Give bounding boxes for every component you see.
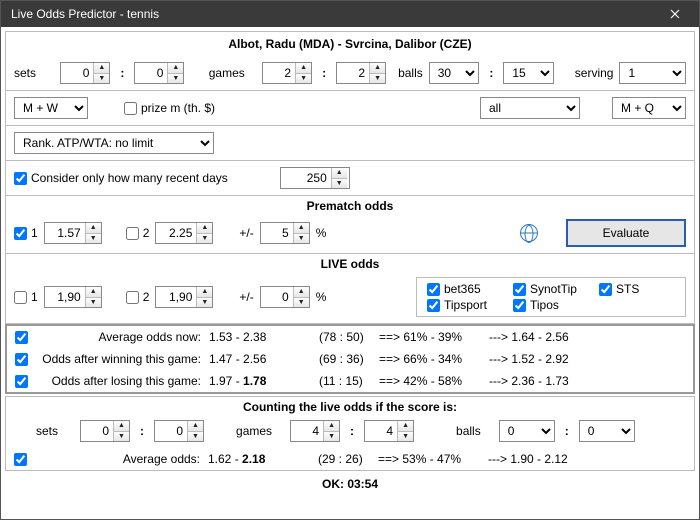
live-2-spinner[interactable]: ▲▼ bbox=[155, 286, 213, 308]
live-title: LIVE odds bbox=[6, 254, 694, 271]
round-select[interactable]: M + Q bbox=[612, 97, 686, 119]
out-row-win: Odds after winning this game: 1.47 - 2.5… bbox=[7, 348, 693, 370]
sets2-spinner[interactable]: ▲▼ bbox=[134, 62, 184, 84]
window-title: Live Odds Predictor - tennis bbox=[11, 7, 657, 21]
live-2-checkbox[interactable]: 2 bbox=[126, 290, 150, 304]
counting-title: Counting the live odds if the score is: bbox=[6, 397, 694, 414]
out-now-checkbox[interactable] bbox=[15, 331, 39, 344]
balls2-select[interactable]: 15 bbox=[503, 62, 554, 84]
prematch-pm-spinner[interactable]: ▲▼ bbox=[260, 222, 310, 244]
games-label: games bbox=[209, 66, 245, 80]
c-sets1-spinner[interactable]: ▲▼ bbox=[80, 420, 130, 442]
rank-select[interactable]: Rank. ATP/WTA: no limit bbox=[14, 132, 214, 154]
bookmaker-grid: bet365 SynotTip STS Tipsport Tipos bbox=[416, 277, 686, 317]
globe-icon[interactable] bbox=[520, 224, 538, 242]
out-lose-checkbox[interactable] bbox=[15, 375, 39, 388]
sets-label: sets bbox=[14, 66, 36, 80]
prize-checkbox[interactable]: prize m (th. $) bbox=[124, 101, 215, 115]
match-title: Albot, Radu (MDA) - Svrcina, Dalibor (CZ… bbox=[6, 32, 694, 56]
prematch-2-checkbox[interactable]: 2 bbox=[126, 226, 150, 240]
prematch-title: Prematch odds bbox=[6, 196, 694, 213]
bmk-synottip[interactable]: SynotTip bbox=[513, 282, 589, 296]
gender-select[interactable]: M + W bbox=[14, 97, 88, 119]
sets1-spinner[interactable]: ▲▼ bbox=[60, 62, 110, 84]
c-games1-spinner[interactable]: ▲▼ bbox=[290, 420, 340, 442]
score-row: sets ▲▼ : ▲▼ games ▲▼ : ▲▼ balls 30 : 15… bbox=[6, 56, 694, 90]
c-sets2-spinner[interactable]: ▲▼ bbox=[154, 420, 204, 442]
recent-days-spinner[interactable]: ▲▼ bbox=[280, 167, 350, 189]
counting-avg-row: Average odds: 1.62 - 2.18 (29 : 26) ==> … bbox=[6, 448, 694, 470]
c-balls2-select[interactable]: 0 bbox=[579, 420, 635, 442]
status-bar: OK: 03:54 bbox=[5, 471, 695, 497]
games1-spinner[interactable]: ▲▼ bbox=[262, 62, 312, 84]
prematch-2-spinner[interactable]: ▲▼ bbox=[155, 222, 213, 244]
bmk-bet365[interactable]: bet365 bbox=[427, 282, 503, 296]
balls-label: balls bbox=[398, 66, 423, 80]
title-bar: Live Odds Predictor - tennis bbox=[1, 1, 699, 27]
c-games2-spinner[interactable]: ▲▼ bbox=[364, 420, 414, 442]
serving-label: serving bbox=[575, 66, 614, 80]
bmk-tipsport[interactable]: Tipsport bbox=[427, 298, 503, 312]
out-lose-odds: 1.97 - 1.78 bbox=[209, 374, 319, 388]
live-1-spinner[interactable]: ▲▼ bbox=[44, 286, 102, 308]
out-win-checkbox[interactable] bbox=[15, 353, 39, 366]
surface-select[interactable]: all bbox=[480, 97, 580, 119]
bmk-sts[interactable]: STS bbox=[599, 282, 675, 296]
serving-select[interactable]: 1 bbox=[619, 62, 686, 84]
close-button[interactable] bbox=[657, 1, 693, 27]
c-avg-checkbox[interactable] bbox=[14, 453, 38, 466]
live-pm-spinner[interactable]: ▲▼ bbox=[260, 286, 310, 308]
prematch-1-checkbox[interactable]: 1 bbox=[14, 226, 38, 240]
close-icon bbox=[670, 9, 680, 19]
games2-spinner[interactable]: ▲▼ bbox=[336, 62, 386, 84]
bmk-tipos[interactable]: Tipos bbox=[513, 298, 589, 312]
recent-days-checkbox[interactable]: Consider only how many recent days bbox=[14, 171, 228, 185]
out-row-now: Average odds now: 1.53 - 2.38 (78 : 50) … bbox=[7, 326, 693, 348]
prematch-1-spinner[interactable]: ▲▼ bbox=[44, 222, 102, 244]
live-1-checkbox[interactable]: 1 bbox=[14, 290, 38, 304]
evaluate-button[interactable]: Evaluate bbox=[566, 219, 686, 247]
balls1-select[interactable]: 30 bbox=[429, 62, 480, 84]
out-row-lose: Odds after losing this game: 1.97 - 1.78… bbox=[7, 370, 693, 392]
c-balls1-select[interactable]: 0 bbox=[499, 420, 555, 442]
